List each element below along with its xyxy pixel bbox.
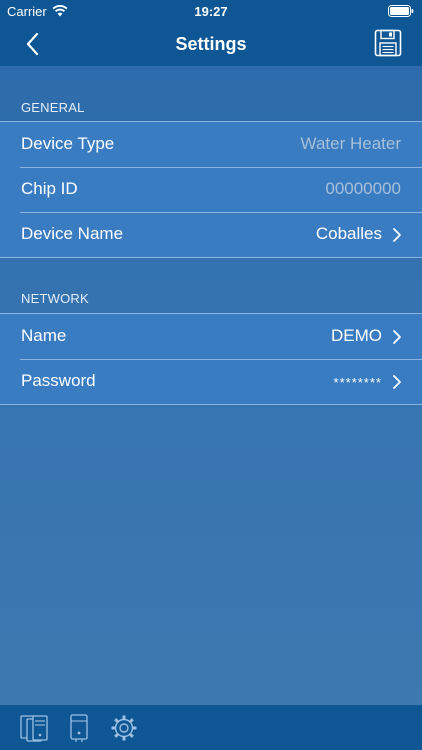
page-title: Settings [175, 34, 247, 54]
network-name-value: DEMO [331, 326, 382, 345]
device-name-value: Coballes [315, 224, 382, 243]
chip-id-value: 00000000 [325, 179, 401, 198]
chevron-right-icon [393, 228, 401, 242]
device-name-label: Device Name [21, 224, 124, 243]
chevron-right-icon [393, 330, 401, 344]
network-name-label: Name [21, 326, 67, 345]
password-row[interactable]: Password ******** [0, 359, 422, 404]
section-header-general: GENERAL [21, 100, 85, 115]
tab-bar [0, 705, 422, 750]
navigation-bar: Settings [0, 22, 422, 66]
devices-icon[interactable] [19, 713, 51, 743]
section-header-network: NETWORK [21, 291, 89, 306]
device-type-value: Water Heater [300, 134, 401, 153]
device-type-label: Device Type [21, 134, 115, 153]
device-type-row: Device Type Water Heater [0, 122, 422, 167]
gear-icon[interactable] [110, 713, 138, 743]
chevron-right-icon [393, 375, 401, 389]
battery-icon [388, 5, 414, 17]
password-label: Password [21, 371, 96, 390]
chip-id-label: Chip ID [21, 179, 78, 198]
network-settings-group: Name DEMO Password ******** [0, 313, 422, 405]
password-value: ******** [333, 375, 382, 390]
network-name-row[interactable]: Name DEMO [0, 314, 422, 359]
device-name-row[interactable]: Device Name Coballes [0, 212, 422, 257]
chip-id-row: Chip ID 00000000 [0, 167, 422, 212]
general-settings-group: Device Type Water Heater Chip ID 0000000… [0, 121, 422, 258]
water-heater-icon[interactable] [68, 713, 90, 743]
status-time: 19:27 [194, 4, 228, 19]
status-bar: Carrier 19:27 [0, 0, 422, 22]
floppy-disk-icon[interactable] [374, 29, 402, 57]
